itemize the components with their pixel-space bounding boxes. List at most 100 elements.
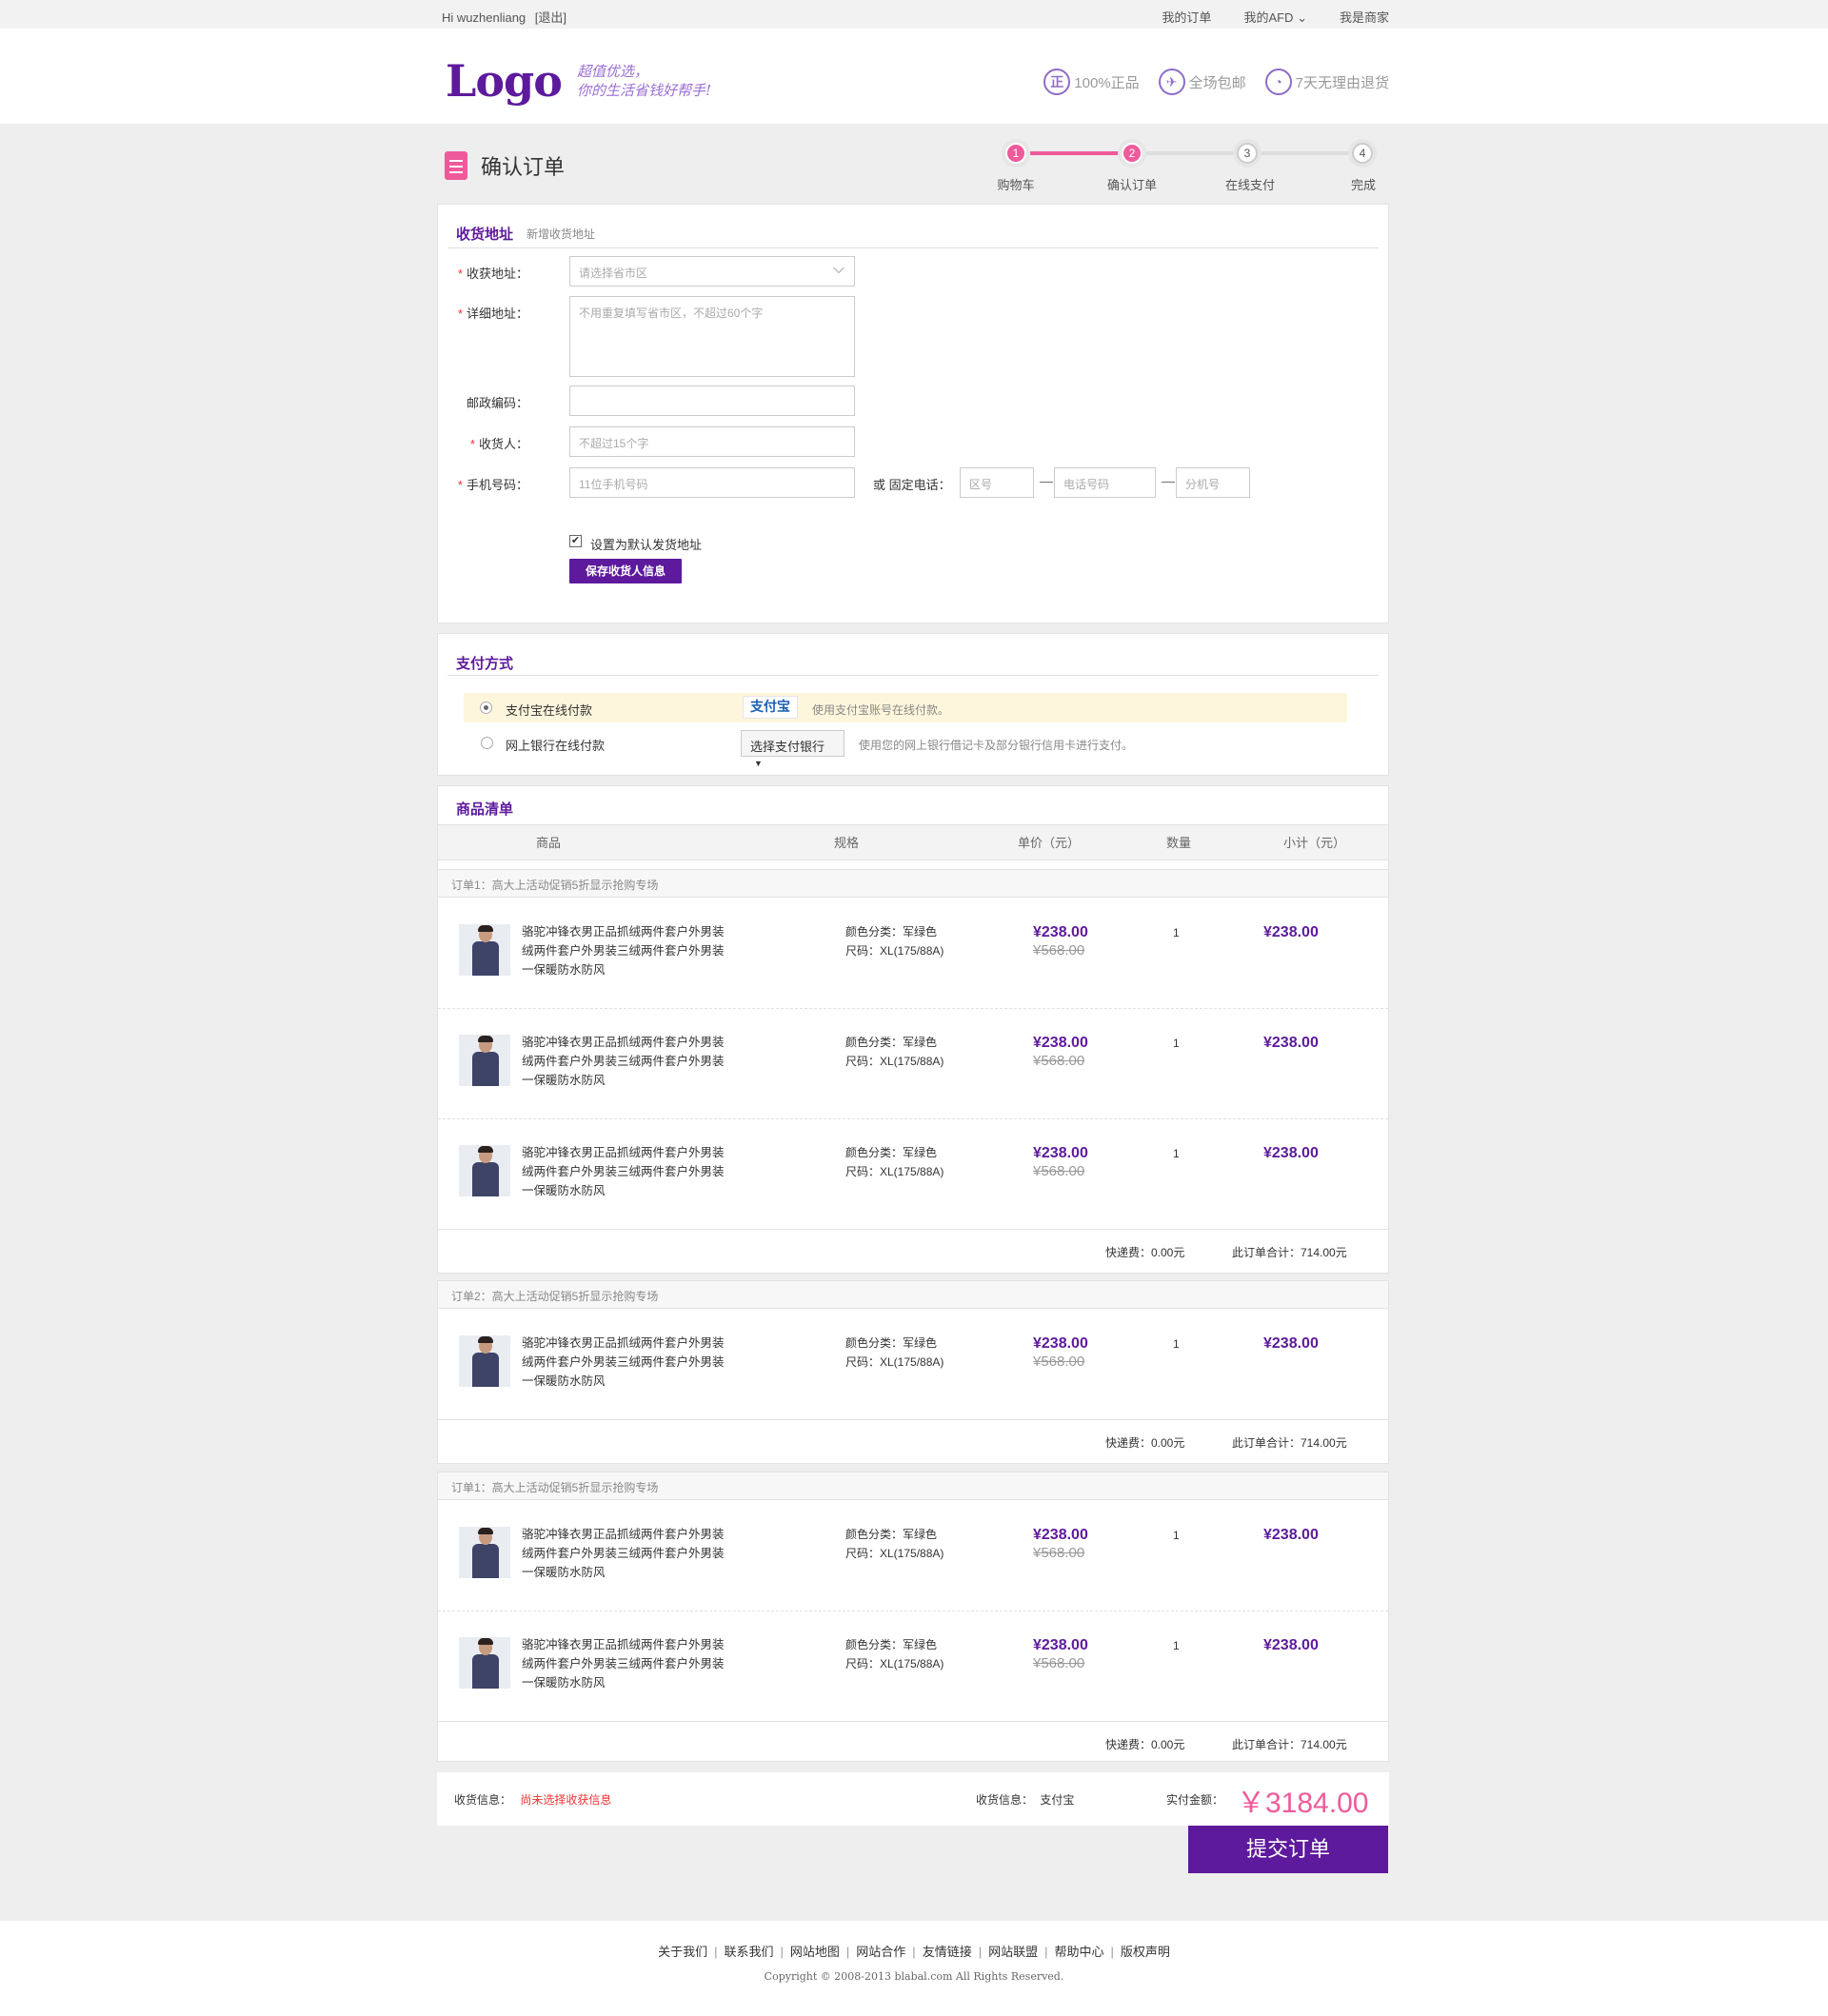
jacket-shape — [472, 1544, 499, 1578]
group-gap — [437, 1463, 1389, 1472]
unit-price: ¥238.00 — [1033, 1035, 1088, 1051]
alipay-radio[interactable] — [480, 702, 492, 714]
step-number: 4 — [1352, 143, 1373, 164]
shipping-info: 收货信息： 尚未选择收获信息 — [454, 1791, 611, 1808]
logo[interactable]: Logo — [446, 55, 563, 107]
unit-price: ¥238.00 — [1033, 924, 1088, 940]
order-total: 此订单合计：714.00元 — [1232, 1738, 1347, 1751]
submit-order-button[interactable]: 提交订单 — [1188, 1826, 1388, 1873]
product-name[interactable]: 骆驼冲锋衣男正品抓绒两件套户外男装 绒两件套户外男装三绒两件套户外男装 一保暖防水防… — [522, 1635, 726, 1692]
product-thumbnail[interactable] — [459, 1637, 510, 1689]
spec-size: 尺码：XL(175/88A) — [845, 1547, 944, 1560]
default-address-checkbox[interactable]: ✔ — [569, 535, 582, 547]
product-name[interactable]: 骆驼冲锋衣男正品抓绒两件套户外男装 绒两件套户外男装三绒两件套户外男装 一保暖防水防… — [522, 1525, 726, 1582]
jacket-shape — [472, 1162, 499, 1196]
detail-address-textarea[interactable]: 不用重复填写省市区，不超过60个字 — [569, 296, 855, 377]
page-title-bar: 确认订单 — [445, 150, 565, 181]
promise-authentic: 正 100%正品 — [1043, 69, 1140, 95]
progress-steps: 1 2 3 4 购物车 确认订单 在线支付 完成 — [952, 137, 1390, 194]
step-1: 1 — [1002, 139, 1030, 168]
footer-link[interactable]: 关于我们 — [658, 1945, 707, 1959]
my-afd-menu[interactable]: 我的AFD ⌄ — [1243, 8, 1307, 26]
payment-label: 收货信息： — [976, 1793, 1034, 1807]
product-thumbnail[interactable] — [459, 1145, 510, 1196]
mobile-label: * 手机号码： — [457, 478, 528, 492]
product-name-line: 一保暖防水防风 — [522, 1184, 606, 1197]
footer-link[interactable]: 网站地图 — [790, 1945, 840, 1959]
product-name[interactable]: 骆驼冲锋衣男正品抓绒两件套户外男装 绒两件套户外男装三绒两件套户外男装 一保暖防水防… — [522, 1334, 726, 1391]
spec-size: 尺码：XL(175/88A) — [845, 944, 944, 958]
extension-input[interactable]: 分机号 — [1176, 467, 1250, 498]
detail-label: * 详细地址： — [457, 306, 528, 321]
amount-label: 实付金额： — [1166, 1793, 1224, 1807]
region-label: * 收获地址： — [457, 267, 528, 281]
order-group-footer: 快递费：0.00元 此订单合计：714.00元 — [438, 1419, 1388, 1463]
product-spec: 颜色分类：军绿色 尺码：XL(175/88A) — [845, 1635, 944, 1673]
new-address-link[interactable]: 新增收货地址 — [527, 226, 595, 242]
step-4: 4 — [1348, 139, 1377, 168]
separator: — — [1162, 473, 1175, 488]
slogan-line-2: 你的生活省钱好帮手! — [577, 82, 712, 99]
step-number: 1 — [1005, 143, 1026, 164]
subtotal: ¥238.00 — [1263, 1637, 1319, 1653]
spec-color: 颜色分类：军绿色 — [845, 925, 938, 939]
step-label: 在线支付 — [1224, 178, 1275, 192]
greeting: Hi wuzhenliang [退出] — [442, 8, 566, 26]
unit-price: ¥238.00 — [1033, 1637, 1088, 1653]
receiver-input[interactable]: 不超过15个字 — [569, 426, 855, 457]
receiver-label-text: 收货人： — [478, 437, 528, 451]
page-title: 确认订单 — [481, 155, 566, 179]
bank-radio[interactable] — [481, 737, 493, 749]
product-name-line: 骆驼冲锋衣男正品抓绒两件套户外男装 — [522, 1336, 725, 1350]
zip-input[interactable] — [569, 385, 855, 416]
original-price: ¥568.00 — [1033, 1354, 1085, 1370]
hair-shape — [478, 925, 493, 932]
product-thumbnail[interactable] — [459, 1527, 510, 1578]
my-orders-link[interactable]: 我的订单 — [1162, 8, 1211, 26]
product-thumbnail[interactable] — [459, 1335, 510, 1387]
promise-text: 7天无理由退货 — [1295, 74, 1389, 91]
footer-link[interactable]: 友情链接 — [923, 1945, 972, 1959]
header: Logo 超值优选， 你的生活省钱好帮手! 正 100%正品 ✈ 全场包邮 ◔ … — [0, 29, 1828, 124]
spec-size: 尺码：XL(175/88A) — [845, 1055, 944, 1068]
bank-select[interactable]: 选择支付银行 ▼ — [741, 730, 844, 768]
goods-table-header: 商品 规格 单价（元） 数量 小计（元） — [438, 824, 1388, 860]
product-name[interactable]: 骆驼冲锋衣男正品抓绒两件套户外男装 绒两件套户外男装三绒两件套户外男装 一保暖防水防… — [522, 1033, 726, 1090]
tel-number-input[interactable]: 电话号码 — [1054, 467, 1156, 498]
original-price: ¥568.00 — [1033, 1163, 1085, 1179]
product-name[interactable]: 骆驼冲锋衣男正品抓绒两件套户外男装 绒两件套户外男装三绒两件套户外男装 一保暖防水防… — [522, 922, 726, 979]
footer-link[interactable]: 网站联盟 — [988, 1945, 1038, 1959]
separator: — — [1040, 473, 1053, 488]
alipay-option[interactable]: 支付宝在线付款 支付宝 使用支付宝账号在线付款。 — [464, 693, 1347, 722]
footer-link[interactable]: 版权声明 — [1121, 1945, 1170, 1959]
product-name-line: 绒两件套户外男装三绒两件套户外男装 — [522, 944, 725, 958]
link-separator: | — [1044, 1945, 1048, 1959]
step-label: 确认订单 — [1106, 178, 1157, 192]
subtotal: ¥238.00 — [1263, 1035, 1319, 1051]
bank-select-label: 选择支付银行 — [750, 740, 825, 754]
region-select[interactable]: 请选择省市区 ⌵ — [569, 256, 855, 287]
merchant-link[interactable]: 我是商家 — [1340, 8, 1389, 26]
area-code-input[interactable]: 区号 — [960, 467, 1034, 498]
product-spec: 颜色分类：军绿色 尺码：XL(175/88A) — [845, 1143, 944, 1181]
product-thumbnail[interactable] — [459, 924, 510, 976]
footer-link[interactable]: 联系我们 — [724, 1945, 773, 1959]
order-group-footer: 快递费：0.00元 此订单合计：714.00元 — [438, 1229, 1388, 1273]
promise-text: 100%正品 — [1074, 74, 1140, 91]
divider — [447, 247, 1379, 248]
col-subtotal: 小计（元） — [1283, 836, 1346, 850]
product-thumbnail[interactable] — [459, 1035, 510, 1086]
product-name[interactable]: 骆驼冲锋衣男正品抓绒两件套户外男装 绒两件套户外男装三绒两件套户外男装 一保暖防水防… — [522, 1143, 726, 1200]
product-name-line: 绒两件套户外男装三绒两件套户外男装 — [522, 1055, 725, 1068]
save-receiver-button[interactable]: 保存收货人信息 — [569, 559, 682, 583]
shipping-fee: 快递费：0.00元 — [1105, 1246, 1185, 1259]
bank-label: 网上银行在线付款 — [506, 739, 606, 753]
footer-link[interactable]: 帮助中心 — [1055, 1945, 1104, 1959]
table-row: 骆驼冲锋衣男正品抓绒两件套户外男装 绒两件套户外男装三绒两件套户外男装 一保暖防水防… — [438, 1309, 1388, 1419]
mobile-input[interactable]: 11位手机号码 — [569, 467, 855, 498]
slogan-line-1: 超值优选， — [577, 63, 649, 80]
logout-link[interactable]: [退出] — [535, 10, 566, 25]
footer-link[interactable]: 网站合作 — [856, 1945, 905, 1959]
original-price: ¥568.00 — [1033, 942, 1085, 959]
alipay-label: 支付宝在线付款 — [506, 703, 593, 718]
